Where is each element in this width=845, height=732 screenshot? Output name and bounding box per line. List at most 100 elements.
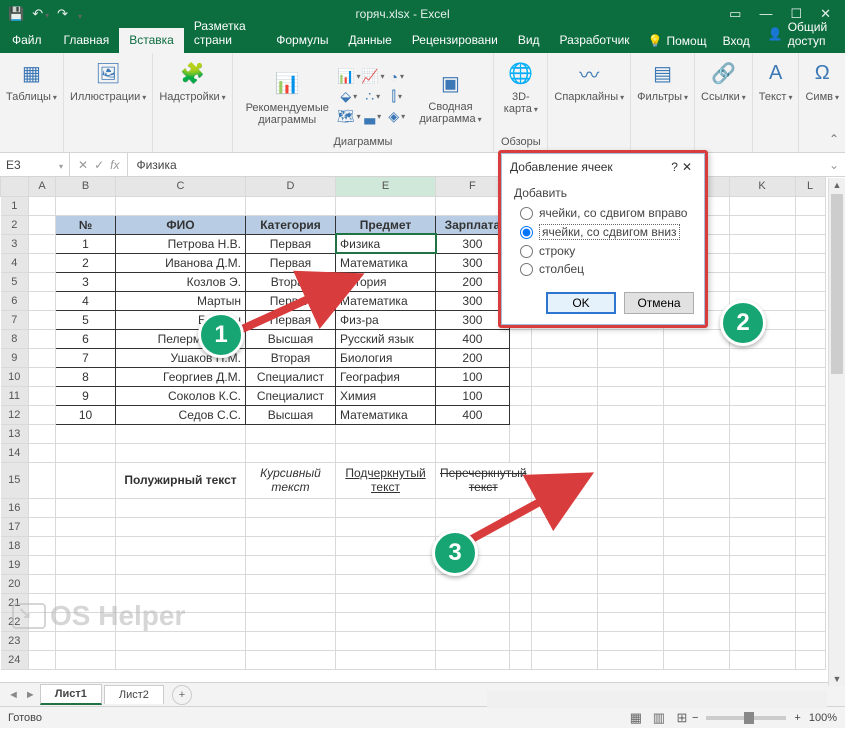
cell[interactable] xyxy=(795,631,825,650)
cell[interactable] xyxy=(336,612,436,631)
cell[interactable] xyxy=(729,612,795,631)
cell[interactable] xyxy=(116,424,246,443)
cell[interactable]: Иванова Д.М. xyxy=(116,253,246,272)
cell[interactable] xyxy=(29,405,56,424)
row-header[interactable]: 3 xyxy=(1,234,29,253)
cell[interactable] xyxy=(597,405,663,424)
cell[interactable] xyxy=(663,405,729,424)
cell[interactable] xyxy=(795,593,825,612)
cell[interactable] xyxy=(116,498,246,517)
cell[interactable] xyxy=(795,367,825,386)
cell[interactable] xyxy=(29,234,56,253)
cell[interactable] xyxy=(729,536,795,555)
row-header[interactable]: 19 xyxy=(1,555,29,574)
cell[interactable]: 400 xyxy=(436,329,510,348)
cell[interactable] xyxy=(729,253,795,272)
cell[interactable]: 1 xyxy=(56,234,116,253)
row-header[interactable]: 14 xyxy=(1,443,29,462)
cell[interactable] xyxy=(246,631,336,650)
cell[interactable] xyxy=(336,498,436,517)
cell[interactable] xyxy=(597,650,663,669)
tab-home[interactable]: Главная xyxy=(54,28,120,53)
cell[interactable] xyxy=(29,631,56,650)
formula-input[interactable]: Физика xyxy=(128,158,822,172)
cell[interactable] xyxy=(436,612,510,631)
row-header[interactable]: 5 xyxy=(1,272,29,291)
tab-formulas[interactable]: Формулы xyxy=(266,28,338,53)
cell[interactable] xyxy=(29,555,56,574)
cell[interactable] xyxy=(663,593,729,612)
enter-formula-icon[interactable]: ✓ xyxy=(94,158,104,172)
cell[interactable] xyxy=(336,574,436,593)
cell[interactable] xyxy=(729,593,795,612)
cell[interactable]: 100 xyxy=(436,386,510,405)
cell[interactable] xyxy=(663,424,729,443)
cell[interactable]: Математика xyxy=(336,405,436,424)
recommended-charts-button[interactable]: 📊Рекомендуемые диаграммы xyxy=(239,68,336,126)
radio-shift-right[interactable]: ячейки, со сдвигом вправо xyxy=(520,206,692,220)
combo-chart-icon[interactable]: ⫿ xyxy=(388,88,406,106)
cell[interactable] xyxy=(336,650,436,669)
cell[interactable]: 2 xyxy=(56,253,116,272)
cell[interactable] xyxy=(436,593,510,612)
cell[interactable] xyxy=(795,253,825,272)
cell[interactable] xyxy=(116,574,246,593)
tab-view[interactable]: Вид xyxy=(508,28,550,53)
row-header[interactable]: 15 xyxy=(1,462,29,498)
cell[interactable] xyxy=(531,348,597,367)
cell[interactable] xyxy=(795,310,825,329)
redo-icon[interactable]: ↷ xyxy=(57,6,68,22)
cell[interactable] xyxy=(336,555,436,574)
cell[interactable] xyxy=(531,424,597,443)
cell[interactable] xyxy=(663,517,729,536)
cell[interactable] xyxy=(531,612,597,631)
cell[interactable] xyxy=(246,593,336,612)
horizontal-scrollbar[interactable] xyxy=(487,691,827,708)
cell[interactable] xyxy=(56,574,116,593)
sheet-nav-prev-icon[interactable]: ◄ xyxy=(6,689,21,701)
col-header[interactable]: K xyxy=(729,177,795,196)
row-header[interactable]: 6 xyxy=(1,291,29,310)
cell[interactable] xyxy=(729,631,795,650)
vertical-scrollbar[interactable]: ▲▼ xyxy=(828,178,845,686)
cell[interactable] xyxy=(29,291,56,310)
cell[interactable] xyxy=(246,612,336,631)
cell[interactable] xyxy=(336,443,436,462)
surface-chart-icon[interactable]: ◈ xyxy=(388,108,406,126)
cell[interactable]: Химия xyxy=(336,386,436,405)
cell[interactable] xyxy=(246,443,336,462)
cell[interactable] xyxy=(29,574,56,593)
cell[interactable]: 8 xyxy=(56,367,116,386)
col-header[interactable]: L xyxy=(795,177,825,196)
col-header[interactable]: D xyxy=(246,177,336,196)
cell[interactable] xyxy=(436,443,510,462)
cell[interactable] xyxy=(246,650,336,669)
cell[interactable] xyxy=(56,424,116,443)
cell[interactable]: 7 xyxy=(56,348,116,367)
cell[interactable] xyxy=(509,348,531,367)
cell[interactable] xyxy=(729,215,795,234)
cell[interactable]: № xyxy=(56,215,116,234)
normal-view-icon[interactable]: ▦ xyxy=(626,710,646,726)
row-header[interactable]: 7 xyxy=(1,310,29,329)
col-header[interactable]: C xyxy=(116,177,246,196)
row-header[interactable]: 12 xyxy=(1,405,29,424)
cell[interactable] xyxy=(29,536,56,555)
illustrations-button[interactable]: 🖼Иллюстрации xyxy=(70,57,146,104)
cell[interactable]: Мартын xyxy=(116,291,246,310)
qat-customize-icon[interactable] xyxy=(76,7,82,22)
col-header[interactable]: A xyxy=(29,177,56,196)
row-header[interactable]: 10 xyxy=(1,367,29,386)
hierarchy-chart-icon[interactable]: ⬙ xyxy=(340,88,358,106)
cell[interactable]: Высшая xyxy=(246,405,336,424)
tab-developer[interactable]: Разработчик xyxy=(550,28,640,53)
cell[interactable]: Полужирный текст xyxy=(116,462,246,498)
row-header[interactable]: 2 xyxy=(1,215,29,234)
cell[interactable] xyxy=(29,215,56,234)
row-header[interactable]: 16 xyxy=(1,498,29,517)
bar-chart-icon[interactable]: 📊 xyxy=(340,68,358,86)
cell[interactable] xyxy=(663,650,729,669)
cell[interactable] xyxy=(56,443,116,462)
cell[interactable]: Петрова Н.В. xyxy=(116,234,246,253)
cell[interactable] xyxy=(29,498,56,517)
